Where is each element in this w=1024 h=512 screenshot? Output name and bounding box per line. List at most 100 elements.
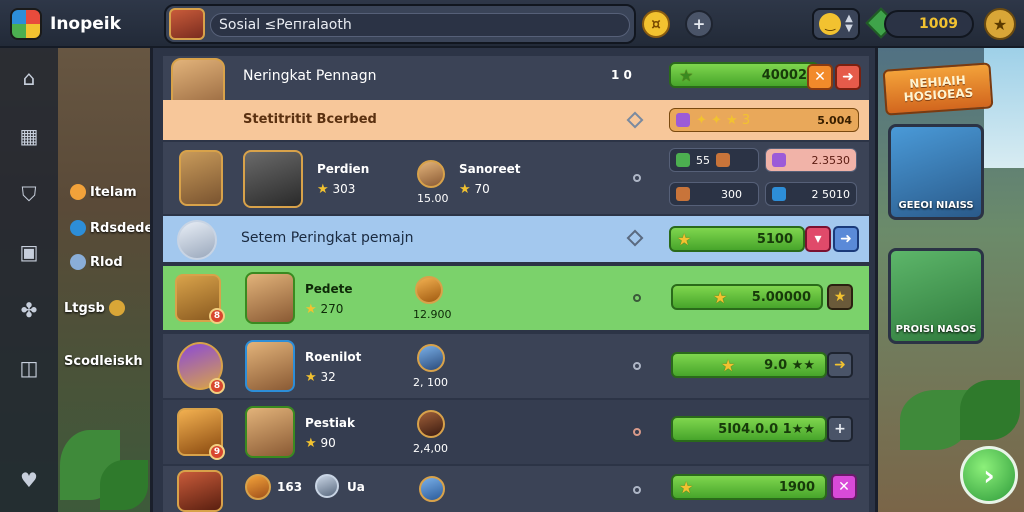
star-icon: ★	[679, 66, 694, 85]
player-rating: 163	[277, 480, 303, 494]
star-icon: ★	[677, 230, 692, 249]
leaderboard-header: ● Neringkat Pennagn 1 0 ★ 40002 ✕ ➜	[163, 56, 869, 128]
side-label-dot	[70, 254, 86, 270]
rank-badge: 8	[209, 378, 225, 394]
list-item[interactable]: 163 Ua ★ 1900 ✕	[163, 466, 869, 512]
chest-icon	[716, 153, 730, 167]
emoji-sort-button[interactable]: ‿ ▲ ▼	[812, 8, 860, 40]
score-value: 1900	[778, 479, 815, 495]
emoji-icon: ‿	[819, 13, 842, 35]
player-rating: ★ 90	[305, 436, 336, 451]
system-avatar	[177, 220, 217, 260]
player-name: Ua	[347, 480, 365, 494]
brand-name: Inopeik	[50, 14, 121, 34]
score-bar: ★ 1900	[671, 474, 827, 500]
player-avatar	[245, 406, 295, 458]
leaderboard-panel: ● Neringkat Pennagn 1 0 ★ 40002 ✕ ➜ Stet…	[150, 48, 878, 512]
rival-avatar	[419, 476, 445, 502]
system-title: Setem Peringkat pemajn	[241, 230, 414, 246]
score-bar: ★ 5.00000	[671, 284, 823, 310]
player-name: Pestiak	[305, 416, 356, 430]
close-button[interactable]: ✕	[807, 64, 833, 90]
promo-card[interactable]: PROISI NASOS	[888, 248, 984, 344]
header-score: 40002	[761, 67, 807, 83]
score-value: 9.0 ★★	[764, 357, 815, 373]
shop-icon[interactable]: ▦	[13, 120, 45, 152]
score-bar: 5I04.0.0 1★★	[671, 416, 827, 442]
resource-box: 2.3530	[765, 148, 857, 172]
flag-button[interactable]: ▾	[805, 226, 831, 252]
plant-leaf	[100, 460, 148, 510]
diamond-icon	[626, 111, 644, 129]
heart-icon[interactable]: ♥	[13, 464, 45, 496]
shield-avatar	[179, 150, 223, 206]
shield-avatar	[315, 474, 339, 498]
remove-button[interactable]: ✕	[831, 474, 857, 500]
bag-icon[interactable]: ◫	[13, 352, 45, 384]
puzzle-icon[interactable]: ✤	[13, 294, 45, 326]
player-row[interactable]: Perdien ★ 303 15.00 Sanoreet ★ 70 55 2.3…	[163, 142, 869, 214]
player-name: Pedete	[305, 282, 353, 296]
next-arrow-button[interactable]: ›	[960, 446, 1018, 504]
info-icon[interactable]	[633, 174, 641, 182]
share-button[interactable]: ➜	[833, 226, 859, 252]
side-label-item[interactable]: Itelam	[70, 184, 137, 200]
promo-card[interactable]: GEEOI NIAISS	[888, 124, 984, 220]
player-avatar	[245, 340, 295, 392]
home-icon[interactable]: ⌂	[13, 62, 45, 94]
diamond-icon	[626, 229, 644, 247]
star-icon: ★	[713, 288, 728, 307]
highlight-resources: ✦ ✦ ★ 3 5.004	[669, 108, 859, 132]
player-avatar[interactable]	[169, 8, 205, 40]
list-item-selected[interactable]: 8 Pedete ★ 270 12.900 ★ 5.00000 ★	[163, 266, 869, 330]
score-value: 5I04.0.0 1★★	[718, 421, 815, 437]
coin-icon[interactable]: ¤	[642, 10, 670, 38]
side-label-item[interactable]: Scodleiskh	[64, 354, 143, 369]
side-label-dot	[70, 220, 86, 236]
player-name: Roenilot	[305, 350, 362, 364]
player-score: 2,4,00	[413, 442, 448, 455]
side-label-dot	[108, 300, 125, 316]
rival-name: Sanoreet	[459, 162, 521, 176]
map-icon[interactable]: ▣	[13, 236, 45, 268]
side-label-item[interactable]: Ltgsb	[64, 300, 125, 316]
info-icon[interactable]	[633, 362, 641, 370]
shield-icon[interactable]: ⛉	[13, 178, 45, 210]
highlight-label: Stetitritit Bcerbed	[243, 112, 377, 127]
boost-button[interactable]: ➜	[827, 352, 853, 378]
purple-gem-icon	[676, 113, 690, 127]
blue-gem-icon	[772, 187, 786, 201]
score-bar: ★ 9.0 ★★	[671, 352, 827, 378]
side-label-dot	[70, 184, 86, 200]
promo-banner[interactable]: NEHIAIH HOSIOEAS	[882, 62, 994, 116]
list-item[interactable]: 9 Pestiak ★ 90 2,4,00 5I04.0.0 1★★ +	[163, 400, 869, 464]
rank-badge: 8	[209, 308, 225, 324]
star-icon: ★	[721, 356, 736, 375]
search-bar	[164, 4, 636, 44]
info-icon[interactable]	[633, 428, 641, 436]
currency-counter: 1009	[884, 10, 974, 38]
resource-box: 300	[669, 182, 759, 206]
side-label-item[interactable]: Rlod	[70, 254, 123, 270]
rival-avatar	[417, 160, 445, 188]
search-input[interactable]	[210, 13, 630, 37]
boost-button[interactable]: ★	[827, 284, 853, 310]
highlight-row[interactable]: Stetitritit Bcerbed ✦ ✦ ★ 3 5.004	[163, 100, 869, 140]
info-icon[interactable]	[633, 486, 641, 494]
system-score: 5100	[756, 231, 793, 247]
info-icon[interactable]	[633, 294, 641, 302]
player-score: 2, 100	[413, 376, 448, 389]
system-ranking-row[interactable]: Setem Peringkat pemajn ★ 5100 ▾ ➜	[163, 216, 869, 262]
plant-leaf	[960, 380, 1020, 440]
add-button[interactable]: +	[827, 416, 853, 442]
share-button[interactable]: ➜	[835, 64, 861, 90]
star-icon[interactable]: ★	[984, 8, 1016, 40]
add-button[interactable]: +	[685, 10, 713, 38]
player-avatar	[245, 272, 295, 324]
side-label-item[interactable]: Rdsdedes	[70, 220, 161, 236]
score-value: 5.00000	[751, 289, 811, 305]
rival-avatar	[417, 344, 445, 372]
list-item[interactable]: 8 Roenilot ★ 32 2, 100 ★ 9.0 ★★ ➜	[163, 334, 869, 398]
player-rating: ★ 32	[305, 370, 336, 385]
rival-score: 15.00	[417, 192, 449, 205]
